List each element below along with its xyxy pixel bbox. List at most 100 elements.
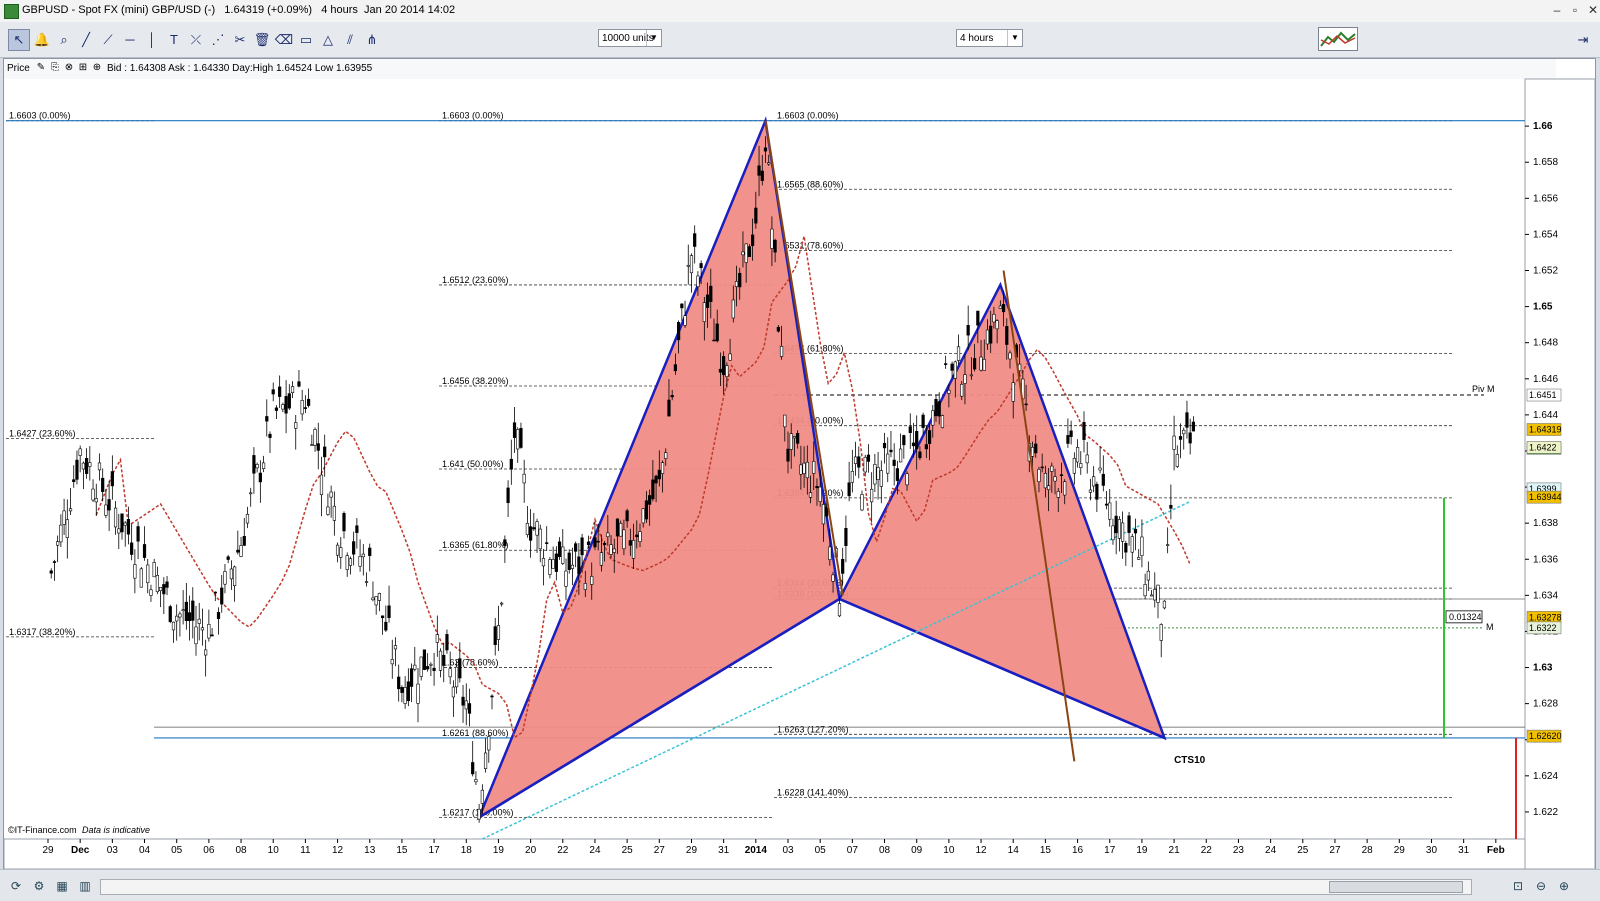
candle-body (297, 381, 301, 387)
triangle-icon[interactable]: △ (317, 29, 339, 51)
candle-body (603, 542, 607, 545)
candle-body (557, 541, 562, 557)
candle-body (72, 479, 76, 482)
fib-level-label: 1.6427 (23.60%) (9, 428, 76, 438)
candle-body (448, 668, 452, 678)
candle-body (1182, 429, 1186, 435)
horizontal-scrollbar[interactable] (100, 879, 1472, 895)
fibonacci-icon[interactable]: ⋰ (207, 29, 229, 51)
chart-type-icon[interactable]: ▥ (77, 878, 93, 894)
candle-body (519, 427, 523, 448)
candle-body (442, 654, 446, 666)
maximize-button[interactable]: ▫ (1566, 2, 1584, 18)
candle-body (1124, 543, 1128, 553)
candle-body (181, 609, 185, 612)
candle-body (416, 683, 420, 704)
candle-body (680, 303, 684, 309)
y-tick-label: 1.634 (1533, 590, 1558, 601)
refresh-icon[interactable]: ⟳ (8, 878, 24, 894)
trash-icon[interactable]: 🗑 (251, 29, 273, 51)
zoom-out-icon[interactable]: ⊖ (1533, 878, 1549, 894)
settings-icon[interactable]: ⚙ (31, 878, 47, 894)
side-panel-toggle-icon[interactable]: ⇥ (1572, 29, 1594, 51)
fib-level-label: 1.641 (50.00%) (442, 459, 504, 469)
pitchfork-icon[interactable]: ⋔ (361, 29, 383, 51)
ray-icon[interactable]: ⟋ (97, 29, 119, 51)
x-tick-label: 05 (171, 845, 183, 856)
candle-body (956, 346, 961, 361)
candle-body (467, 703, 472, 714)
candle-body (847, 482, 851, 497)
text-tool-icon[interactable]: T (163, 29, 185, 51)
candle-body (873, 463, 877, 485)
scrollbar-thumb[interactable] (1329, 881, 1463, 893)
pointer-icon[interactable]: ↖ (8, 29, 30, 51)
candle-body (1059, 474, 1064, 476)
chart-area[interactable]: Price ✎ ⎘ ⊗ ⊞ ⊕ Bid : 1.64308 Ask : 1.64… (3, 58, 1596, 870)
zoom-icon[interactable]: ⌕ (53, 29, 75, 51)
candle-body (300, 400, 304, 415)
y-tick-label: 1.63 (1533, 663, 1553, 674)
candle-body (1092, 476, 1096, 487)
candle-body (1024, 403, 1028, 406)
fib-level-label: 1.6317 (38.20%) (9, 627, 76, 637)
zoom-fit-icon[interactable]: ⊡ (1510, 878, 1526, 894)
candle-body (770, 228, 774, 249)
candle-body (1117, 519, 1121, 539)
zoom-in-icon[interactable]: ⊕ (1556, 878, 1572, 894)
indicator-chart-graphic (1320, 31, 1356, 47)
candle-body (155, 575, 159, 593)
candle-body (1166, 544, 1170, 546)
candle-body (268, 433, 272, 438)
rectangle-icon[interactable]: ▭ (295, 29, 317, 51)
horizontal-line-icon[interactable]: ─ (119, 29, 141, 51)
candle-body (136, 526, 140, 542)
minimize-button[interactable]: – (1548, 2, 1566, 18)
candle-body (368, 547, 372, 556)
candle-body (628, 540, 632, 546)
calculator-icon[interactable]: ▦ (54, 878, 70, 894)
candle-body (1043, 472, 1047, 489)
x-tick-label: 28 (1362, 845, 1374, 856)
candle-body (149, 589, 153, 596)
close-button[interactable]: ✕ (1584, 2, 1600, 18)
x-tick-label: 16 (1072, 845, 1084, 856)
channel-icon[interactable]: ⫽ (339, 29, 361, 51)
x-tick-label: 10 (943, 845, 955, 856)
candle-body (734, 281, 739, 287)
candle-body (339, 547, 343, 558)
candle-body (899, 448, 903, 463)
candle-body (670, 395, 674, 398)
candle-body (718, 368, 723, 373)
candle-body (783, 414, 787, 428)
candle-body (1066, 435, 1070, 444)
watermark-text: ©IT-Finance.com (8, 825, 77, 835)
trendline-icon[interactable]: ╱ (75, 29, 97, 51)
candle-body (1072, 458, 1076, 474)
fib-level-label: 1.6603 (0.00%) (442, 111, 504, 121)
candle-body (184, 601, 188, 621)
candle-body (162, 584, 166, 595)
timeframe-dropdown[interactable]: 4 hours ▼ (956, 29, 1023, 47)
vertical-line-icon[interactable]: │ (141, 29, 163, 51)
indicator-chart-icon[interactable] (1318, 27, 1358, 51)
candle-body (413, 664, 417, 670)
y-tick-label: 1.648 (1533, 338, 1558, 349)
pattern-icon[interactable]: ⤫ (185, 29, 207, 51)
candle-body (1114, 515, 1118, 534)
candle-body (609, 544, 613, 555)
candle-body (239, 545, 243, 557)
candle-body (52, 561, 57, 563)
candle-body (622, 529, 626, 550)
candle-body (796, 432, 800, 444)
units-dropdown[interactable]: 10000 units ▼ (598, 29, 662, 47)
candle-body (120, 513, 124, 533)
alarm-bell-icon[interactable]: 🔔 (31, 29, 53, 51)
measure-icon[interactable]: ✂ (229, 29, 251, 51)
candle-body (799, 464, 803, 475)
candle-body (844, 528, 848, 546)
price-chart[interactable]: 1.66 1.658 1.656 1.654 1.652 1.65 1.648 1.646 1.… (4, 59, 1595, 869)
eraser-icon[interactable]: ⌫ (273, 29, 295, 51)
candle-body (1137, 557, 1141, 560)
candle-body (1140, 536, 1144, 556)
